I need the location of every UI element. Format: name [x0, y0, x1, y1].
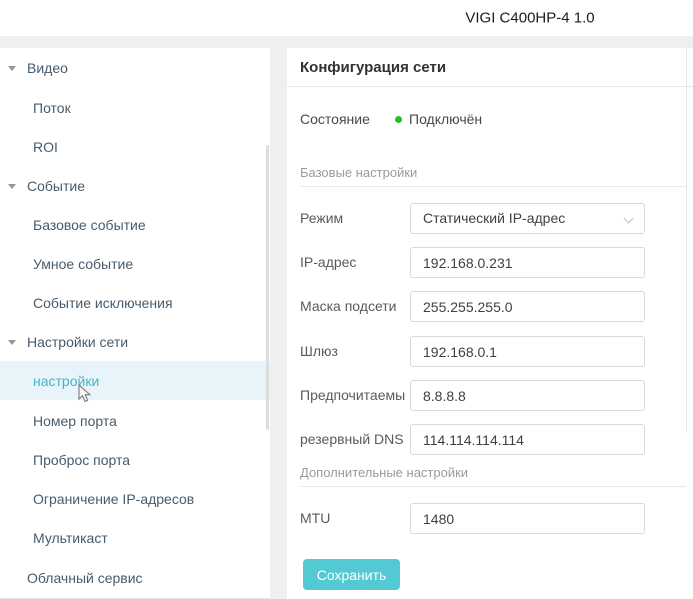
sidebar-item-roi[interactable]: ROI: [0, 127, 270, 166]
sidebar-item-label: Облачный сервис: [27, 569, 143, 586]
network-config-panel: Конфигурация сети Состояние Подключён Ба…: [287, 48, 693, 599]
ip-input[interactable]: [410, 247, 645, 278]
save-button[interactable]: Сохранить: [303, 559, 400, 590]
chevron-down-icon: [8, 65, 16, 71]
sidebar-scrollbar[interactable]: [266, 145, 269, 430]
page-title: Конфигурация сети: [300, 59, 447, 76]
backup-dns-input[interactable]: [410, 424, 645, 455]
sidebar-item-video[interactable]: Видео: [0, 48, 270, 87]
backup-dns-label: резервный DNS: [300, 431, 404, 447]
sidebar-item-label: Ограничение IP-адресов: [33, 490, 195, 507]
sidebar-item-label: Поток: [33, 99, 71, 116]
sidebar-item-event[interactable]: Событие: [0, 166, 270, 205]
mode-select[interactable]: Статический IP-адрес: [410, 203, 645, 234]
chevron-down-icon: [8, 183, 16, 189]
status-dot-icon: [395, 116, 402, 123]
sidebar-item-label: Базовое событие: [33, 216, 146, 233]
panel-title-row: Конфигурация сети: [287, 48, 693, 87]
sidebar-item-stream[interactable]: Поток: [0, 88, 270, 127]
sidebar-item-multicast[interactable]: Мультикаст: [0, 518, 270, 557]
chevron-down-icon: [623, 213, 634, 224]
sidebar-item-label: Проброс порта: [33, 451, 131, 468]
panel-scrollbar-track[interactable]: [686, 48, 687, 433]
mode-label: Режим: [300, 210, 344, 226]
preferred-dns-label: Предпочитаемы: [300, 387, 406, 403]
status-label: Состояние: [300, 111, 370, 127]
chevron-down-icon: [8, 339, 16, 345]
status-value: Подключён: [409, 111, 483, 127]
sidebar-item-cloud-service[interactable]: Облачный сервис: [0, 558, 270, 597]
sidebar-nav: Видео Поток ROI Событие Базовое событие …: [0, 48, 270, 599]
sidebar-item-smart-event[interactable]: Умное событие: [0, 244, 270, 283]
sidebar-item-network-settings[interactable]: Настройки сети: [0, 322, 270, 361]
sidebar-item-settings-selected[interactable]: настройки: [0, 361, 270, 400]
gateway-label: Шлюз: [300, 343, 338, 359]
sidebar-item-ip-restriction[interactable]: Ограничение IP-адресов: [0, 479, 270, 518]
sidebar-item-basic-event[interactable]: Базовое событие: [0, 205, 270, 244]
preferred-dns-input[interactable]: [410, 380, 645, 411]
gateway-input[interactable]: [410, 336, 645, 367]
mtu-input[interactable]: [410, 503, 645, 534]
sidebar-item-port-number[interactable]: Номер порта: [0, 401, 270, 440]
sidebar-item-label: Мультикаст: [33, 529, 108, 546]
sidebar-item-label: Настройки сети: [27, 333, 129, 350]
sidebar-item-port-forwarding[interactable]: Проброс порта: [0, 440, 270, 479]
subnet-mask-label: Маска подсети: [300, 298, 397, 314]
section-basic-settings: Базовые настройки: [300, 165, 686, 187]
sidebar-item-label: ROI: [33, 138, 58, 155]
sidebar-item-label: Видео: [27, 59, 68, 76]
section-advanced-settings: Дополнительные настройки: [300, 465, 686, 487]
sidebar-item-label: Событие исключения: [33, 294, 173, 311]
mtu-label: MTU: [300, 510, 331, 526]
sidebar-item-label: Умное событие: [33, 255, 134, 272]
title-bar: VIGI C400HP-4 1.0: [0, 0, 693, 36]
device-title: VIGI C400HP-4 1.0: [465, 9, 595, 27]
sidebar-item-label: Событие: [27, 177, 85, 194]
mode-select-value: Статический IP-адрес: [423, 210, 566, 226]
subnet-mask-input[interactable]: [410, 291, 645, 322]
mouse-cursor-icon: [78, 384, 92, 403]
ip-label: IP-адрес: [300, 254, 357, 270]
sidebar-item-label: Номер порта: [33, 412, 117, 429]
sidebar-item-exception-event[interactable]: Событие исключения: [0, 283, 270, 322]
